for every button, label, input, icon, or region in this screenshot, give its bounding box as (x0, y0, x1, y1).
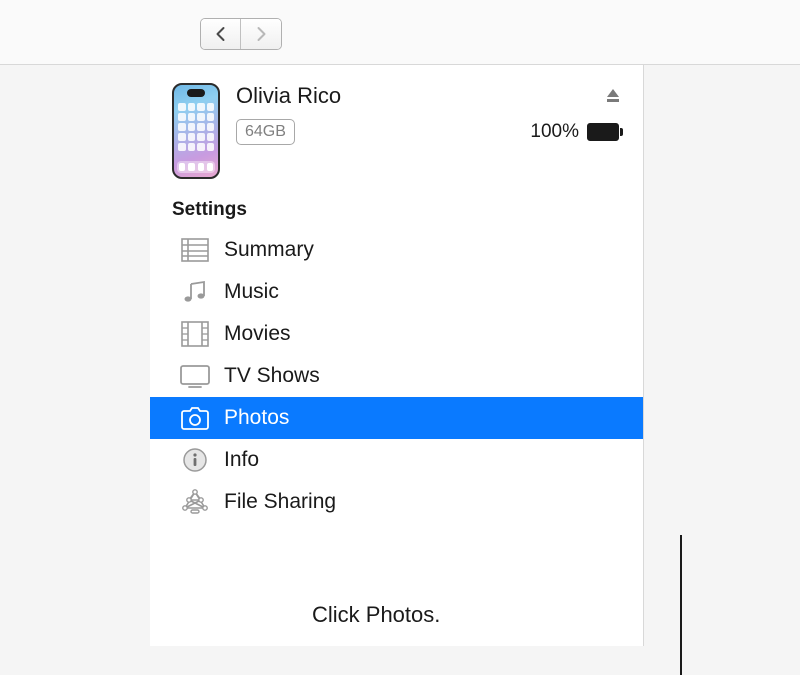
sidebar-item-label: Music (224, 280, 279, 304)
battery-status: 100% (530, 121, 623, 143)
device-name: Olivia Rico (236, 83, 341, 109)
sidebar-item-file-sharing[interactable]: File Sharing (150, 481, 643, 523)
sidebar-item-label: Photos (224, 406, 289, 430)
sidebar-item-movies[interactable]: Movies (150, 313, 643, 355)
sidebar-item-label: TV Shows (224, 364, 320, 388)
capacity-badge: 64GB (236, 119, 295, 145)
battery-icon (587, 123, 623, 141)
chevron-right-icon (256, 26, 267, 42)
battery-percent: 100% (530, 121, 579, 143)
sidebar-item-label: Summary (224, 238, 314, 262)
sidebar-item-label: File Sharing (224, 490, 336, 514)
music-icon (180, 279, 210, 305)
sidebar-item-summary[interactable]: Summary (150, 229, 643, 271)
callout-text: Click Photos. (312, 602, 440, 628)
tv-icon (180, 363, 210, 389)
sidebar-item-info[interactable]: Info (150, 439, 643, 481)
device-info: Olivia Rico 64GB 100% (236, 83, 623, 145)
device-thumbnail (172, 83, 220, 179)
summary-icon (180, 237, 210, 263)
toolbar (0, 0, 800, 65)
eject-icon (604, 87, 622, 105)
settings-section-title: Settings (150, 195, 643, 229)
device-header: Olivia Rico 64GB 100% (150, 65, 643, 195)
sidebar-item-photos[interactable]: Photos (150, 397, 643, 439)
info-icon (180, 447, 210, 473)
movies-icon (180, 321, 210, 347)
photos-icon (180, 405, 210, 431)
eject-button[interactable] (603, 86, 623, 106)
settings-list: Summary Music (150, 229, 643, 523)
sidebar-item-tv-shows[interactable]: TV Shows (150, 355, 643, 397)
sidebar-item-music[interactable]: Music (150, 271, 643, 313)
back-button[interactable] (201, 19, 241, 49)
forward-button[interactable] (241, 19, 281, 49)
sidebar-item-label: Movies (224, 322, 291, 346)
callout-line (680, 535, 682, 675)
sidebar-item-label: Info (224, 448, 259, 472)
file-sharing-icon (180, 489, 210, 515)
chevron-left-icon (215, 26, 226, 42)
nav-buttons (200, 18, 282, 50)
device-sidebar: Olivia Rico 64GB 100% (150, 65, 644, 646)
